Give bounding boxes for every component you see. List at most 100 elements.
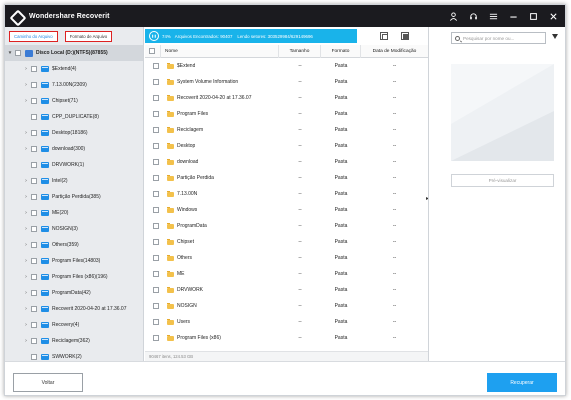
table-row[interactable]: Program Files (x86) -- Pasta -- xyxy=(145,330,428,346)
row-checkbox[interactable] xyxy=(153,335,159,341)
row-checkbox[interactable] xyxy=(153,159,159,165)
tree-checkbox[interactable] xyxy=(31,226,37,232)
row-checkbox[interactable] xyxy=(153,207,159,213)
tab-file-path[interactable]: Caminho do Arquivo xyxy=(9,30,58,42)
table-row[interactable]: Partição Perdida -- Pasta -- xyxy=(145,170,428,186)
tree-checkbox[interactable] xyxy=(31,82,37,88)
chevron-icon[interactable]: › xyxy=(23,146,29,152)
pause-icon[interactable]: ❚❚ xyxy=(149,31,159,41)
tree-checkbox[interactable] xyxy=(31,162,37,168)
chevron-icon[interactable]: › xyxy=(23,82,29,88)
header-date[interactable]: Data de Modificação xyxy=(361,45,428,58)
chevron-icon[interactable]: › xyxy=(23,66,29,72)
header-type[interactable]: Formato xyxy=(321,44,361,58)
tree-item[interactable]: › ProgramData(42) xyxy=(5,285,143,301)
tree-item[interactable]: › Desktop(18186) xyxy=(5,125,143,141)
tree-item[interactable]: › Chipset(71) xyxy=(5,93,143,109)
chevron-icon[interactable]: › xyxy=(23,130,29,136)
close-icon[interactable] xyxy=(548,11,559,22)
thumbnail-view-icon[interactable] xyxy=(401,32,409,40)
menu-icon[interactable] xyxy=(488,11,499,22)
tree-checkbox[interactable] xyxy=(31,178,37,184)
chevron-icon[interactable]: › xyxy=(23,338,29,344)
chevron-icon[interactable]: › xyxy=(23,274,29,280)
table-row[interactable]: Windows -- Pasta -- xyxy=(145,202,428,218)
tree-checkbox[interactable] xyxy=(31,66,37,72)
table-row[interactable]: Chipset -- Pasta -- xyxy=(145,234,428,250)
filter-icon[interactable] xyxy=(552,34,558,39)
tree-checkbox[interactable] xyxy=(31,114,37,120)
chevron-icon[interactable]: › xyxy=(23,98,29,104)
row-checkbox[interactable] xyxy=(153,127,159,133)
tree-item[interactable]: › $Extend(4) xyxy=(5,61,143,77)
row-checkbox[interactable] xyxy=(153,111,159,117)
tree-checkbox[interactable] xyxy=(31,354,37,360)
tree-item[interactable]: › Recovery(4) xyxy=(5,317,143,333)
tab-file-type[interactable]: Formato de Arquivo xyxy=(64,30,113,42)
row-checkbox[interactable] xyxy=(153,175,159,181)
table-row[interactable]: NOSIGN -- Pasta -- xyxy=(145,298,428,314)
row-checkbox[interactable] xyxy=(153,319,159,325)
tree-checkbox[interactable] xyxy=(31,130,37,136)
tree-item[interactable]: › Recoverit 2020-04-20 at 17.36.07 xyxy=(5,301,143,317)
minimize-icon[interactable] xyxy=(508,11,519,22)
header-size[interactable]: Tamanho xyxy=(279,44,321,58)
table-row[interactable]: ME -- Pasta -- xyxy=(145,266,428,282)
row-checkbox[interactable] xyxy=(153,143,159,149)
tree-item[interactable]: › Program Files (x86)(196) xyxy=(5,269,143,285)
row-checkbox[interactable] xyxy=(153,255,159,261)
tree-checkbox[interactable] xyxy=(31,258,37,264)
tree-checkbox[interactable] xyxy=(31,290,37,296)
table-row[interactable]: Users -- Pasta -- xyxy=(145,314,428,330)
search-input[interactable]: Pesquisar por nome ou... xyxy=(451,32,546,44)
chevron-icon[interactable]: › xyxy=(23,226,29,232)
tree-item[interactable]: › Program Files(14803) xyxy=(5,253,143,269)
header-name[interactable]: Nome xyxy=(161,44,279,58)
row-checkbox[interactable] xyxy=(153,271,159,277)
select-all-checkbox[interactable] xyxy=(148,48,155,54)
tree-checkbox[interactable] xyxy=(31,210,37,216)
tree-item[interactable]: › Partição Perdida(385) xyxy=(5,189,143,205)
tree-item[interactable]: CPP_DUPLICATE(8) xyxy=(5,109,143,125)
chevron-icon[interactable]: › xyxy=(23,194,29,200)
table-row[interactable]: DRVWORK -- Pasta -- xyxy=(145,282,428,298)
row-checkbox[interactable] xyxy=(153,287,159,293)
tree-item[interactable]: › 7.13.00N(2309) xyxy=(5,77,143,93)
row-checkbox[interactable] xyxy=(153,303,159,309)
table-row[interactable]: Desktop -- Pasta -- xyxy=(145,138,428,154)
tree-item[interactable]: › Others(359) xyxy=(5,237,143,253)
maximize-icon[interactable] xyxy=(528,11,539,22)
table-row[interactable]: $Extend -- Pasta -- xyxy=(145,58,428,74)
chevron-icon[interactable]: ▾ xyxy=(7,50,13,56)
row-checkbox[interactable] xyxy=(153,95,159,101)
tree-checkbox[interactable] xyxy=(15,50,21,56)
chevron-icon[interactable]: › xyxy=(23,290,29,296)
tree-item[interactable]: › ME(20) xyxy=(5,205,143,221)
tree-item[interactable]: DRVWORK(1) xyxy=(5,157,143,173)
tree-checkbox[interactable] xyxy=(31,306,37,312)
tree-checkbox[interactable] xyxy=(31,146,37,152)
row-checkbox[interactable] xyxy=(153,223,159,229)
recover-button[interactable]: Recuperar xyxy=(487,373,557,392)
user-icon[interactable] xyxy=(448,11,459,22)
tree-checkbox[interactable] xyxy=(31,242,37,248)
table-row[interactable]: Recoverit 2020-04-20 at 17.36.07 -- Pasta -… xyxy=(145,90,428,106)
tree-checkbox[interactable] xyxy=(31,98,37,104)
table-row[interactable]: 7.13.00N -- Pasta -- xyxy=(145,186,428,202)
row-checkbox[interactable] xyxy=(153,239,159,245)
preview-button[interactable]: Pré-visualizar xyxy=(451,174,554,187)
tree-item[interactable]: › Reciclagem(362) xyxy=(5,333,143,349)
tree-item[interactable]: SWWORK(2) xyxy=(5,349,143,361)
chevron-icon[interactable]: › xyxy=(23,178,29,184)
tree-checkbox[interactable] xyxy=(31,274,37,280)
tree-item[interactable]: › download(300) xyxy=(5,141,143,157)
table-row[interactable]: Program Files -- Pasta -- xyxy=(145,106,428,122)
table-row[interactable]: Reciclagem -- Pasta -- xyxy=(145,122,428,138)
table-row[interactable]: Others -- Pasta -- xyxy=(145,250,428,266)
chevron-icon[interactable]: › xyxy=(23,306,29,312)
row-checkbox[interactable] xyxy=(153,63,159,69)
tree-root-drive[interactable]: ▾ Disco Local (D:)(NTFS)(87855) xyxy=(5,45,143,61)
table-row[interactable]: download -- Pasta -- xyxy=(145,154,428,170)
tree-item[interactable]: › Intel(2) xyxy=(5,173,143,189)
chevron-icon[interactable]: › xyxy=(23,258,29,264)
